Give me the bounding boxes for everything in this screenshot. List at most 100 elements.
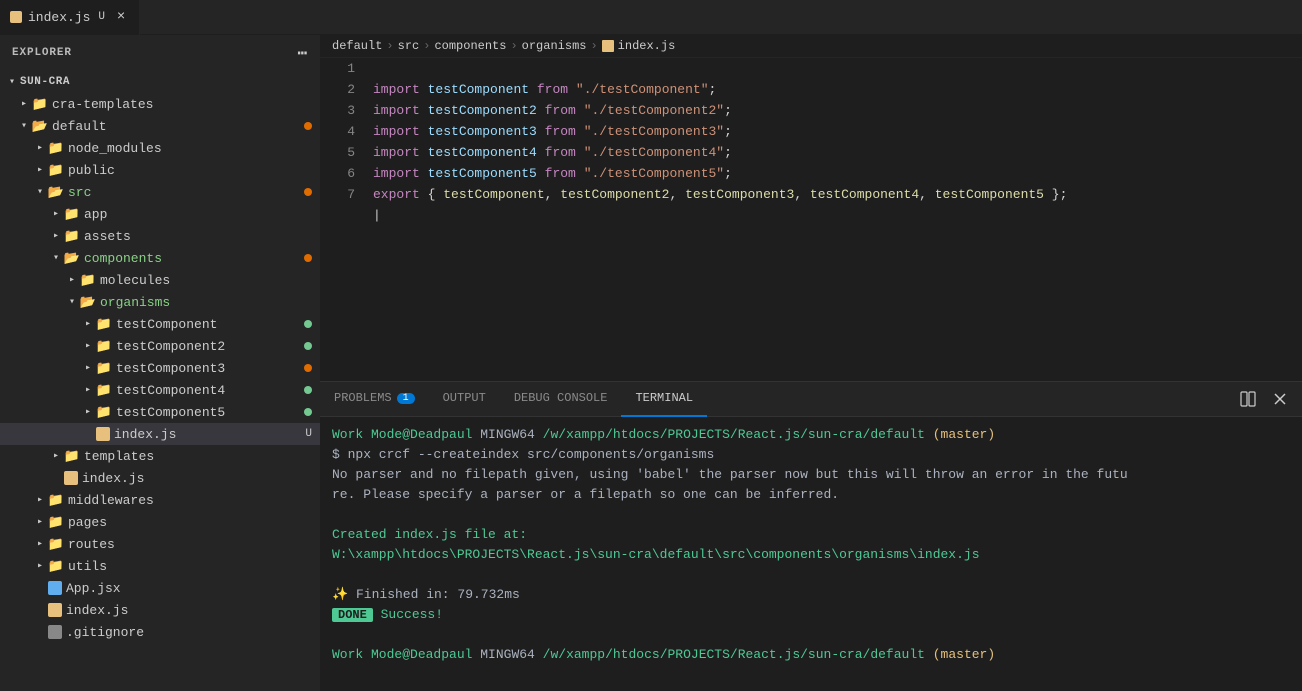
sidebar-item-public[interactable]: ▸ 📁 public [0,159,320,181]
folder-icon: 📂 [48,184,64,200]
modified-dot [304,364,312,372]
chevron-right-icon: ▸ [32,142,48,154]
tab-output[interactable]: OUTPUT [429,382,500,417]
code-content[interactable]: import testComponent from "./testCompone… [365,58,1302,381]
terminal-line-cmd: $ npx crcf --createindex src/components/… [332,445,1290,465]
sidebar-item-components[interactable]: ▾ 📂 components [0,247,320,269]
chevron-right-icon: ▸ [80,362,96,374]
close-terminal-icon[interactable] [1266,385,1294,413]
main-area: EXPLORER ⋯ ▾ SUN-CRA ▸ 📁 cra-templates ▾… [0,35,1302,691]
chevron-down-icon: ▾ [64,296,80,308]
jsx-file-icon [48,581,62,595]
item-label: index.js [114,427,305,442]
sidebar-item-routes[interactable]: ▸ 📁 routes [0,533,320,555]
sidebar-item-testcomponent5[interactable]: ▸ 📁 testComponent5 [0,401,320,423]
item-label: components [84,251,304,266]
folder-icon: 📁 [96,338,112,354]
terminal-tab-bar: PROBLEMS 1 OUTPUT DEBUG CONSOLE TERMINAL [320,382,1302,417]
item-label: .gitignore [66,625,312,640]
sidebar-item-app[interactable]: ▸ 📁 app [0,203,320,225]
sidebar-item-testcomponent4[interactable]: ▸ 📁 testComponent4 [0,379,320,401]
breadcrumb-components[interactable]: components [434,39,506,53]
breadcrumb-default[interactable]: default [332,39,382,53]
tab-label: index.js [28,10,90,25]
breadcrumb-organisms[interactable]: organisms [522,39,587,53]
folder-icon: 📁 [48,162,64,178]
item-label: assets [84,229,312,244]
tab-debug-console[interactable]: DEBUG CONSOLE [500,382,622,417]
sidebar-header-icons: ⋯ [297,43,308,63]
modified-dot [304,254,312,262]
folder-icon: 📂 [64,250,80,266]
sidebar-header: EXPLORER ⋯ [0,35,320,71]
item-label: index.js [82,471,312,486]
tree-root-sun-cra[interactable]: ▾ SUN-CRA [0,71,320,93]
terminal-actions [1234,385,1302,413]
folder-icon: 📁 [48,558,64,574]
sidebar-item-testcomponent3[interactable]: ▸ 📁 testComponent3 [0,357,320,379]
chevron-down-icon: ▾ [16,120,32,132]
sidebar-item-node-modules[interactable]: ▸ 📁 node_modules [0,137,320,159]
sidebar-item-cra-templates[interactable]: ▸ 📁 cra-templates [0,93,320,115]
terminal-line-created: Created index.js file at: [332,525,1290,545]
sidebar-item-app-jsx[interactable]: ▸ App.jsx [0,577,320,599]
sidebar-item-index-js-organisms[interactable]: ▸ index.js U [0,423,320,445]
sidebar-title: EXPLORER [12,47,72,59]
sidebar-item-pages[interactable]: ▸ 📁 pages [0,511,320,533]
terminal-content[interactable]: Work Mode@Deadpaul MINGW64 /w/xampp/htdo… [320,417,1302,691]
terminal-line-path: W:\xampp\htdocs\PROJECTS\React.js\sun-cr… [332,545,1290,565]
sidebar-item-index-js-default[interactable]: ▸ index.js [0,599,320,621]
sidebar-item-molecules[interactable]: ▸ 📁 molecules [0,269,320,291]
untracked-dot [304,408,312,416]
sidebar-item-utils[interactable]: ▸ 📁 utils [0,555,320,577]
sidebar-item-middlewares[interactable]: ▸ 📁 middlewares [0,489,320,511]
sidebar-item-index-js-src[interactable]: ▸ index.js [0,467,320,489]
folder-icon: 📁 [64,228,80,244]
breadcrumb: default › src › components › organisms ›… [320,35,1302,58]
untracked-dot [304,320,312,328]
folder-icon: 📁 [64,448,80,464]
sidebar-item-assets[interactable]: ▸ 📁 assets [0,225,320,247]
item-label: default [52,119,304,134]
js-file-icon [10,11,22,23]
tab-label: DEBUG CONSOLE [514,391,608,405]
tab-terminal[interactable]: TERMINAL [621,382,707,417]
item-label: App.jsx [66,581,312,596]
breadcrumb-sep: › [590,39,597,53]
folder-icon: 📁 [48,492,64,508]
tab-problems[interactable]: PROBLEMS 1 [320,382,429,417]
chevron-right-icon: ▸ [80,318,96,330]
chevron-down-icon: ▾ [48,252,64,264]
js-file-icon [64,471,78,485]
file-tab[interactable]: index.js U × [0,0,140,35]
unsaved-badge: U [305,428,312,440]
breadcrumb-src[interactable]: src [398,39,420,53]
folder-icon: 📁 [32,96,48,112]
line-numbers: 1 2 3 4 5 6 7 [320,58,365,381]
more-actions-icon[interactable]: ⋯ [297,43,308,63]
sidebar-item-organisms[interactable]: ▾ 📂 organisms [0,291,320,313]
sidebar-item-gitignore[interactable]: ▸ .gitignore [0,621,320,643]
sidebar-item-templates[interactable]: ▸ 📁 templates [0,445,320,467]
folder-icon: 📁 [48,514,64,530]
sidebar-item-default[interactable]: ▾ 📂 default [0,115,320,137]
item-label: testComponent [116,317,304,332]
item-label: pages [68,515,312,530]
problems-badge: 1 [397,393,415,404]
terminal-line-blank [332,505,1290,525]
folder-icon: 📁 [96,360,112,376]
sidebar-item-src[interactable]: ▾ 📂 src [0,181,320,203]
chevron-right-icon: ▸ [80,406,96,418]
folder-icon: 📁 [48,536,64,552]
item-label: routes [68,537,312,552]
code-editor[interactable]: 1 2 3 4 5 6 7 import testComponent from … [320,58,1302,381]
folder-icon: 📁 [96,382,112,398]
tab-close-button[interactable]: × [113,9,129,25]
chevron-right-icon: ▸ [32,560,48,572]
sidebar: EXPLORER ⋯ ▾ SUN-CRA ▸ 📁 cra-templates ▾… [0,35,320,691]
split-terminal-icon[interactable] [1234,385,1262,413]
sidebar-item-testcomponent[interactable]: ▸ 📁 testComponent [0,313,320,335]
item-label: testComponent2 [116,339,304,354]
folder-icon: 📂 [80,294,96,310]
sidebar-item-testcomponent2[interactable]: ▸ 📁 testComponent2 [0,335,320,357]
